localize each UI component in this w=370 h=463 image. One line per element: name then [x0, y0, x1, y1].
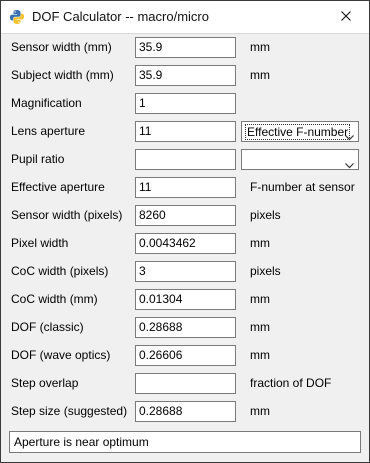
- pupil-ratio-select[interactable]: [241, 149, 359, 170]
- step-size-unit: mm: [250, 404, 270, 418]
- chevron-down-icon: [345, 156, 354, 169]
- sensor-width-mm-input[interactable]: 35.9: [135, 37, 236, 58]
- aperture-type-value: Effective F-number: [245, 124, 351, 140]
- effective-aperture-unit: F-number at sensor: [250, 180, 355, 194]
- sensor-width-mm-unit: mm: [250, 40, 270, 54]
- chevron-down-icon: [345, 128, 354, 141]
- python-icon: [9, 9, 25, 25]
- coc-width-pixels-unit: pixels: [250, 264, 281, 278]
- subject-width-mm-label: Subject width (mm): [11, 68, 114, 82]
- dof-classic-label: DOF (classic): [11, 320, 84, 334]
- dof-classic-unit: mm: [250, 320, 270, 334]
- row-dof-classic: DOF (classic) 0.28688 mm: [1, 317, 369, 341]
- close-icon: [341, 8, 351, 26]
- title-bar[interactable]: DOF Calculator -- macro/micro: [1, 1, 369, 34]
- magnification-input[interactable]: 1: [135, 93, 236, 114]
- step-overlap-unit: fraction of DOF: [250, 376, 332, 390]
- sensor-width-pixels-unit: pixels: [250, 208, 281, 222]
- row-sensor-width-pixels: Sensor width (pixels) 8260 pixels: [1, 205, 369, 229]
- status-message: Aperture is near optimum: [9, 431, 361, 453]
- lens-aperture-label: Lens aperture: [11, 124, 86, 138]
- row-pixel-width: Pixel width 0.0043462 mm: [1, 233, 369, 257]
- sensor-width-pixels-label: Sensor width (pixels): [11, 208, 123, 222]
- row-magnification: Magnification 1: [1, 93, 369, 117]
- close-button[interactable]: [323, 1, 369, 33]
- pixel-width-label: Pixel width: [11, 236, 69, 250]
- pixel-width-input[interactable]: 0.0043462: [135, 233, 236, 254]
- step-size-input[interactable]: 0.28688: [135, 401, 236, 422]
- pupil-ratio-label: Pupil ratio: [11, 152, 65, 166]
- row-coc-width-mm: CoC width (mm) 0.01304 mm: [1, 289, 369, 313]
- row-step-size: Step size (suggested) 0.28688 mm: [1, 401, 369, 425]
- dof-calculator-window: DOF Calculator -- macro/micro Sensor wid…: [0, 0, 370, 463]
- coc-width-mm-unit: mm: [250, 292, 270, 306]
- dof-wave-optics-input[interactable]: 0.26606: [135, 345, 236, 366]
- sensor-width-pixels-input[interactable]: 8260: [135, 205, 236, 226]
- row-dof-wave-optics: DOF (wave optics) 0.26606 mm: [1, 345, 369, 369]
- form-panel: Sensor width (mm) 35.9 mm Subject width …: [1, 34, 369, 462]
- pupil-ratio-input[interactable]: [135, 149, 236, 170]
- sensor-width-mm-label: Sensor width (mm): [11, 40, 112, 54]
- coc-width-mm-label: CoC width (mm): [11, 292, 98, 306]
- step-overlap-input[interactable]: [135, 373, 236, 394]
- subject-width-mm-input[interactable]: 35.9: [135, 65, 236, 86]
- coc-width-pixels-label: CoC width (pixels): [11, 264, 109, 278]
- window-title: DOF Calculator -- macro/micro: [32, 9, 209, 24]
- effective-aperture-input[interactable]: 11: [135, 177, 236, 198]
- step-overlap-label: Step overlap: [11, 376, 79, 390]
- row-pupil-ratio: Pupil ratio: [1, 149, 369, 173]
- pixel-width-unit: mm: [250, 236, 270, 250]
- row-lens-aperture: Lens aperture 11 Effective F-number: [1, 121, 369, 145]
- step-size-label: Step size (suggested): [11, 404, 128, 418]
- dof-wave-optics-label: DOF (wave optics): [11, 348, 111, 362]
- coc-width-mm-input[interactable]: 0.01304: [135, 289, 236, 310]
- effective-aperture-label: Effective aperture: [11, 180, 105, 194]
- aperture-type-select[interactable]: Effective F-number: [241, 121, 359, 142]
- subject-width-mm-unit: mm: [250, 68, 270, 82]
- row-coc-width-pixels: CoC width (pixels) 3 pixels: [1, 261, 369, 285]
- lens-aperture-input[interactable]: 11: [135, 121, 236, 142]
- dof-wave-optics-unit: mm: [250, 348, 270, 362]
- row-effective-aperture: Effective aperture 11 F-number at sensor: [1, 177, 369, 201]
- coc-width-pixels-input[interactable]: 3: [135, 261, 236, 282]
- row-sensor-width-mm: Sensor width (mm) 35.9 mm: [1, 37, 369, 61]
- magnification-label: Magnification: [11, 96, 82, 110]
- row-step-overlap: Step overlap fraction of DOF: [1, 373, 369, 397]
- dof-classic-input[interactable]: 0.28688: [135, 317, 236, 338]
- row-subject-width-mm: Subject width (mm) 35.9 mm: [1, 65, 369, 89]
